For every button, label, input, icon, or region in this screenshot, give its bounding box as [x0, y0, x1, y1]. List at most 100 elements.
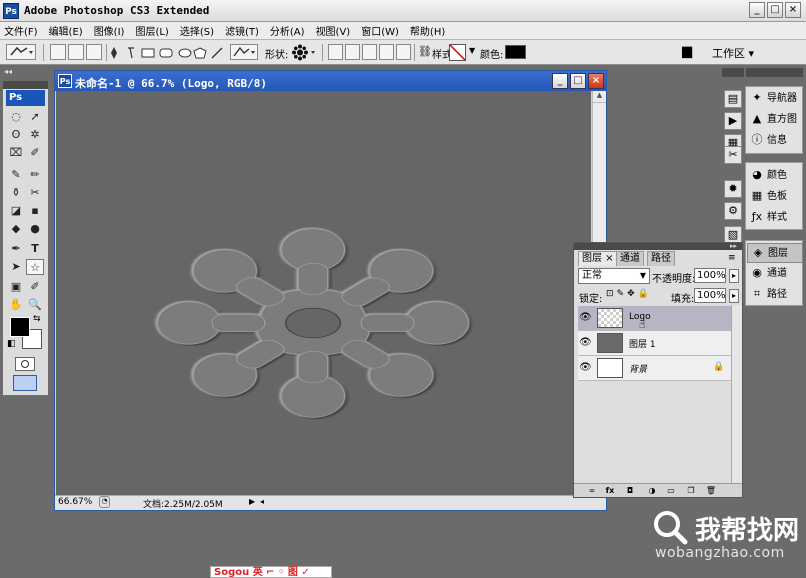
- marquee-tool-icon[interactable]: ◌: [7, 109, 25, 125]
- notes-tool-icon[interactable]: ▣: [7, 279, 25, 295]
- brushes-icon[interactable]: ✹: [724, 180, 742, 198]
- document-canvas[interactable]: [56, 91, 591, 495]
- paths-tab[interactable]: ⌗ 路径: [747, 285, 803, 305]
- new-group-icon[interactable]: ▭: [665, 486, 677, 496]
- new-shape-layer-button[interactable]: [328, 44, 343, 60]
- shape-picker[interactable]: [291, 44, 317, 61]
- layers-panel-header[interactable]: [574, 243, 742, 250]
- document-title-bar[interactable]: Ps 未命名-1 @ 66.7% (Logo, RGB/8) _ □ ×: [55, 71, 606, 91]
- color-tab[interactable]: ◕ 颜色: [747, 166, 803, 186]
- hand-tool-icon[interactable]: ✋: [7, 297, 25, 313]
- paths-button[interactable]: [68, 44, 84, 60]
- panel-close-icon[interactable]: ▸▸: [730, 242, 737, 250]
- fill-pixels-button[interactable]: [86, 44, 102, 60]
- crop-tool-icon[interactable]: ⌧: [7, 145, 25, 161]
- opacity-slider-icon[interactable]: ▸: [729, 269, 739, 283]
- shape-tool-icons[interactable]: [110, 46, 230, 60]
- slice-tool-icon[interactable]: ✐: [26, 145, 44, 161]
- scroll-left-icon[interactable]: ◂: [260, 497, 264, 506]
- tab-layers[interactable]: 图层 ×: [578, 251, 618, 266]
- adjustment-layer-icon[interactable]: ◑: [646, 486, 658, 496]
- document-maximize-button[interactable]: □: [570, 73, 586, 89]
- layer-mask-icon[interactable]: ◘: [624, 486, 636, 496]
- play-icon[interactable]: ▶: [724, 112, 742, 130]
- logo-flower-shape[interactable]: [56, 91, 591, 495]
- panel-menu-icon[interactable]: ≡: [728, 253, 736, 263]
- dodge-tool-icon[interactable]: ●: [26, 221, 44, 237]
- chevron-down-icon[interactable]: ▼: [469, 46, 475, 55]
- fill-field[interactable]: 100%: [694, 288, 726, 303]
- layer-row-layer1[interactable]: 👁 图层 1: [578, 331, 731, 356]
- visibility-eye-icon[interactable]: 👁: [579, 337, 592, 349]
- foreground-color-swatch[interactable]: [10, 317, 30, 337]
- info-tab[interactable]: ⓘ 信息: [747, 131, 803, 151]
- default-colors-icon[interactable]: ◧: [7, 339, 16, 349]
- swap-colors-icon[interactable]: ⇆: [33, 314, 41, 324]
- pen-tool-icon[interactable]: ✒: [7, 241, 25, 257]
- blur-tool-icon[interactable]: ◆: [7, 221, 25, 237]
- status-menu-icon[interactable]: ◔: [99, 496, 110, 508]
- menu-filter[interactable]: 滤镜(T): [225, 23, 259, 38]
- clone-source-icon[interactable]: ⚙: [724, 202, 742, 220]
- eyedropper-tool-icon[interactable]: ✐: [26, 279, 44, 295]
- tab-channels[interactable]: 通道: [616, 251, 644, 266]
- magic-wand-tool-icon[interactable]: ✲: [26, 127, 44, 143]
- close-button[interactable]: ×: [785, 2, 801, 18]
- layer-row-logo[interactable]: 👁 Logo ☝: [578, 306, 731, 331]
- menu-select[interactable]: 选择(S): [180, 23, 214, 38]
- lasso-tool-icon[interactable]: ʘ: [7, 127, 25, 143]
- workspace-menu[interactable]: 工作区 ▾: [712, 45, 754, 61]
- dock-header[interactable]: [746, 68, 803, 77]
- tab-paths[interactable]: 路径: [647, 251, 675, 266]
- new-layer-icon[interactable]: ❐: [685, 486, 697, 496]
- color-swatch[interactable]: [505, 45, 526, 59]
- status-arrow-icon[interactable]: ▶: [249, 497, 255, 506]
- histogram-tab[interactable]: ▲ 直方图: [747, 110, 803, 130]
- tools-icon[interactable]: ✂: [724, 146, 742, 164]
- swatches-tab[interactable]: ▦ 色板: [747, 187, 803, 207]
- styles-tab[interactable]: ƒx 样式: [747, 208, 803, 228]
- opacity-field[interactable]: 100%: [694, 268, 726, 283]
- exclude-shape-button[interactable]: [396, 44, 411, 60]
- layer-style-icon[interactable]: fx: [604, 486, 616, 496]
- layers-scrollbar[interactable]: [731, 305, 742, 483]
- link-icon[interactable]: ⛓: [418, 45, 432, 58]
- blend-mode-select[interactable]: 正常 ▼: [578, 268, 650, 284]
- menu-edit[interactable]: 编辑(E): [49, 23, 83, 38]
- link-layers-icon[interactable]: ∞: [586, 486, 598, 496]
- layer-row-background[interactable]: 👁 背景 🔒: [578, 356, 731, 381]
- move-tool-icon[interactable]: ➚: [26, 109, 44, 125]
- screen-mode-button[interactable]: [13, 375, 37, 391]
- delete-layer-icon[interactable]: 🗑: [705, 486, 717, 496]
- menu-analysis[interactable]: 分析(A): [270, 23, 305, 38]
- maximize-button[interactable]: □: [767, 2, 783, 18]
- tool-preset-picker[interactable]: [6, 44, 36, 60]
- zoom-tool-icon[interactable]: 🔍: [26, 297, 44, 313]
- collapse-icon[interactable]: ◂◂: [4, 67, 12, 76]
- menu-image[interactable]: 图像(I): [94, 23, 125, 38]
- shape-layers-button[interactable]: [50, 44, 66, 60]
- camera-icon[interactable]: ▆: [682, 44, 692, 59]
- custom-shape-tool-icon[interactable]: ☆: [26, 259, 44, 275]
- visibility-eye-icon[interactable]: 👁: [579, 312, 592, 324]
- menu-view[interactable]: 视图(V): [316, 23, 351, 38]
- custom-shape-button[interactable]: [230, 44, 258, 60]
- style-swatch[interactable]: [449, 44, 466, 61]
- document-close-button[interactable]: ×: [588, 73, 604, 89]
- zoom-readout[interactable]: 66.67%: [58, 497, 92, 507]
- minimize-button[interactable]: _: [749, 2, 765, 18]
- dock-header[interactable]: [722, 68, 744, 77]
- layers-tab[interactable]: ◈ 图层: [747, 243, 803, 263]
- fill-slider-icon[interactable]: ▸: [729, 289, 739, 303]
- gradient-tool-icon[interactable]: ▪: [26, 203, 44, 219]
- document-minimize-button[interactable]: _: [552, 73, 568, 89]
- path-selection-tool-icon[interactable]: ➤: [7, 259, 25, 275]
- ps-badge[interactable]: Ps: [6, 90, 45, 106]
- clone-stamp-tool-icon[interactable]: ⚱: [7, 185, 25, 201]
- actions-icon[interactable]: ▤: [724, 90, 742, 108]
- healing-brush-tool-icon[interactable]: ✎: [7, 167, 25, 183]
- menu-file[interactable]: 文件(F): [4, 23, 38, 38]
- navigator-tab[interactable]: ✦ 导航器: [747, 89, 803, 109]
- menu-window[interactable]: 窗口(W): [361, 23, 399, 38]
- quick-mask-button[interactable]: [15, 357, 35, 371]
